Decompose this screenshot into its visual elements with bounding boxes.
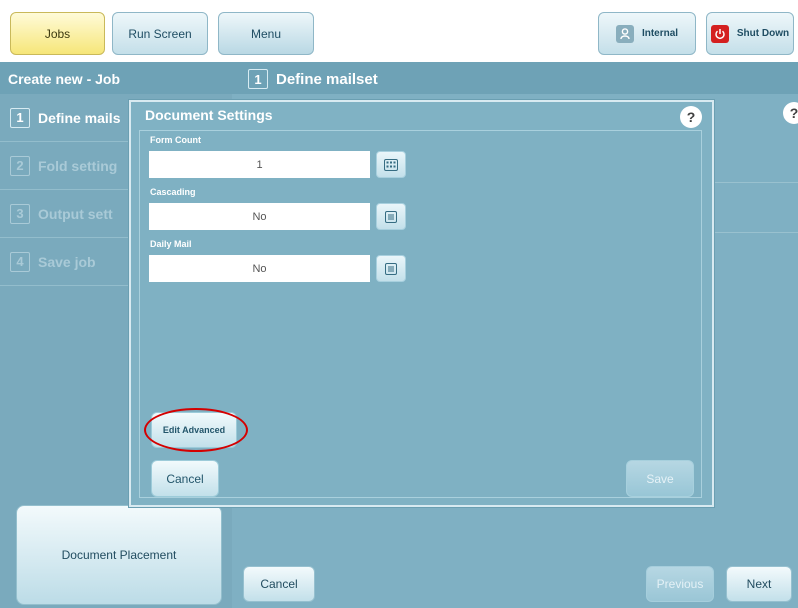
cascading-list-button[interactable] xyxy=(376,203,406,230)
keypad-button[interactable] xyxy=(376,151,406,178)
dialog-help-icon[interactable]: ? xyxy=(680,106,702,128)
menu-tab[interactable]: Menu xyxy=(218,12,314,55)
menu-tab-label: Menu xyxy=(250,26,282,41)
next-button[interactable]: Next xyxy=(726,566,792,602)
step-label: Define mails xyxy=(38,109,121,126)
document-settings-dialog: Document Settings ? Form Count 1 Cascadi… xyxy=(129,100,714,507)
cascading-field[interactable]: No xyxy=(149,203,370,230)
step-label: Output sett xyxy=(38,205,113,222)
document-placement-label: Document Placement xyxy=(61,548,177,562)
daily-mail-list-button[interactable] xyxy=(376,255,406,282)
form-count-field[interactable]: 1 xyxy=(149,151,370,178)
divider xyxy=(712,232,798,233)
document-placement-button[interactable]: Document Placement xyxy=(16,505,222,605)
dialog-cancel-button[interactable]: Cancel xyxy=(151,460,219,497)
current-step-number: 1 xyxy=(248,69,268,89)
create-job-title: Create new - Job xyxy=(8,71,121,87)
step-number: 2 xyxy=(10,155,30,176)
step-number: 4 xyxy=(10,251,30,272)
daily-mail-field[interactable]: No xyxy=(149,255,370,282)
cancel-job-button[interactable]: Cancel xyxy=(243,566,315,602)
internal-user-label: Internal xyxy=(641,28,679,39)
dialog-body: Form Count 1 Cascading No Daily Mail No … xyxy=(139,130,702,498)
list-icon xyxy=(385,262,397,275)
keypad-icon xyxy=(384,158,398,171)
power-icon xyxy=(710,24,729,43)
page-help-icon[interactable]: ? xyxy=(783,102,798,124)
daily-mail-label: Daily Mail xyxy=(150,239,192,249)
list-icon xyxy=(385,210,397,223)
run-screen-tab-label: Run Screen xyxy=(128,26,192,41)
sub-header: Create new - Job 1 Define mailset xyxy=(0,62,798,94)
highlight-circle xyxy=(144,408,248,452)
next-label: Next xyxy=(746,577,772,591)
jobs-tab[interactable]: Jobs xyxy=(10,12,105,55)
previous-button[interactable]: Previous xyxy=(646,566,714,602)
step-label: Save job xyxy=(38,253,96,270)
divider xyxy=(712,182,798,183)
shut-down-button[interactable]: Shut Down xyxy=(706,12,794,55)
form-count-label: Form Count xyxy=(150,135,201,145)
dialog-cancel-label: Cancel xyxy=(166,471,204,486)
run-screen-tab[interactable]: Run Screen xyxy=(112,12,208,55)
step-number: 1 xyxy=(10,107,30,128)
jobs-tab-label: Jobs xyxy=(44,26,71,41)
previous-label: Previous xyxy=(656,577,704,591)
dialog-title: Document Settings xyxy=(145,107,273,123)
dialog-save-button[interactable]: Save xyxy=(626,460,694,497)
dialog-save-label: Save xyxy=(646,471,674,486)
step-label: Fold setting xyxy=(38,157,118,174)
shut-down-label: Shut Down xyxy=(736,28,790,39)
cancel-job-label: Cancel xyxy=(260,577,298,591)
top-toolbar: Jobs Run Screen Menu Internal Shut Down xyxy=(0,0,798,62)
current-step-title: 1 Define mailset xyxy=(248,69,378,89)
internal-user-button[interactable]: Internal xyxy=(598,12,696,55)
current-step-label: Define mailset xyxy=(276,70,378,88)
cascading-label: Cascading xyxy=(150,187,196,197)
user-icon xyxy=(615,24,634,43)
step-number: 3 xyxy=(10,203,30,224)
